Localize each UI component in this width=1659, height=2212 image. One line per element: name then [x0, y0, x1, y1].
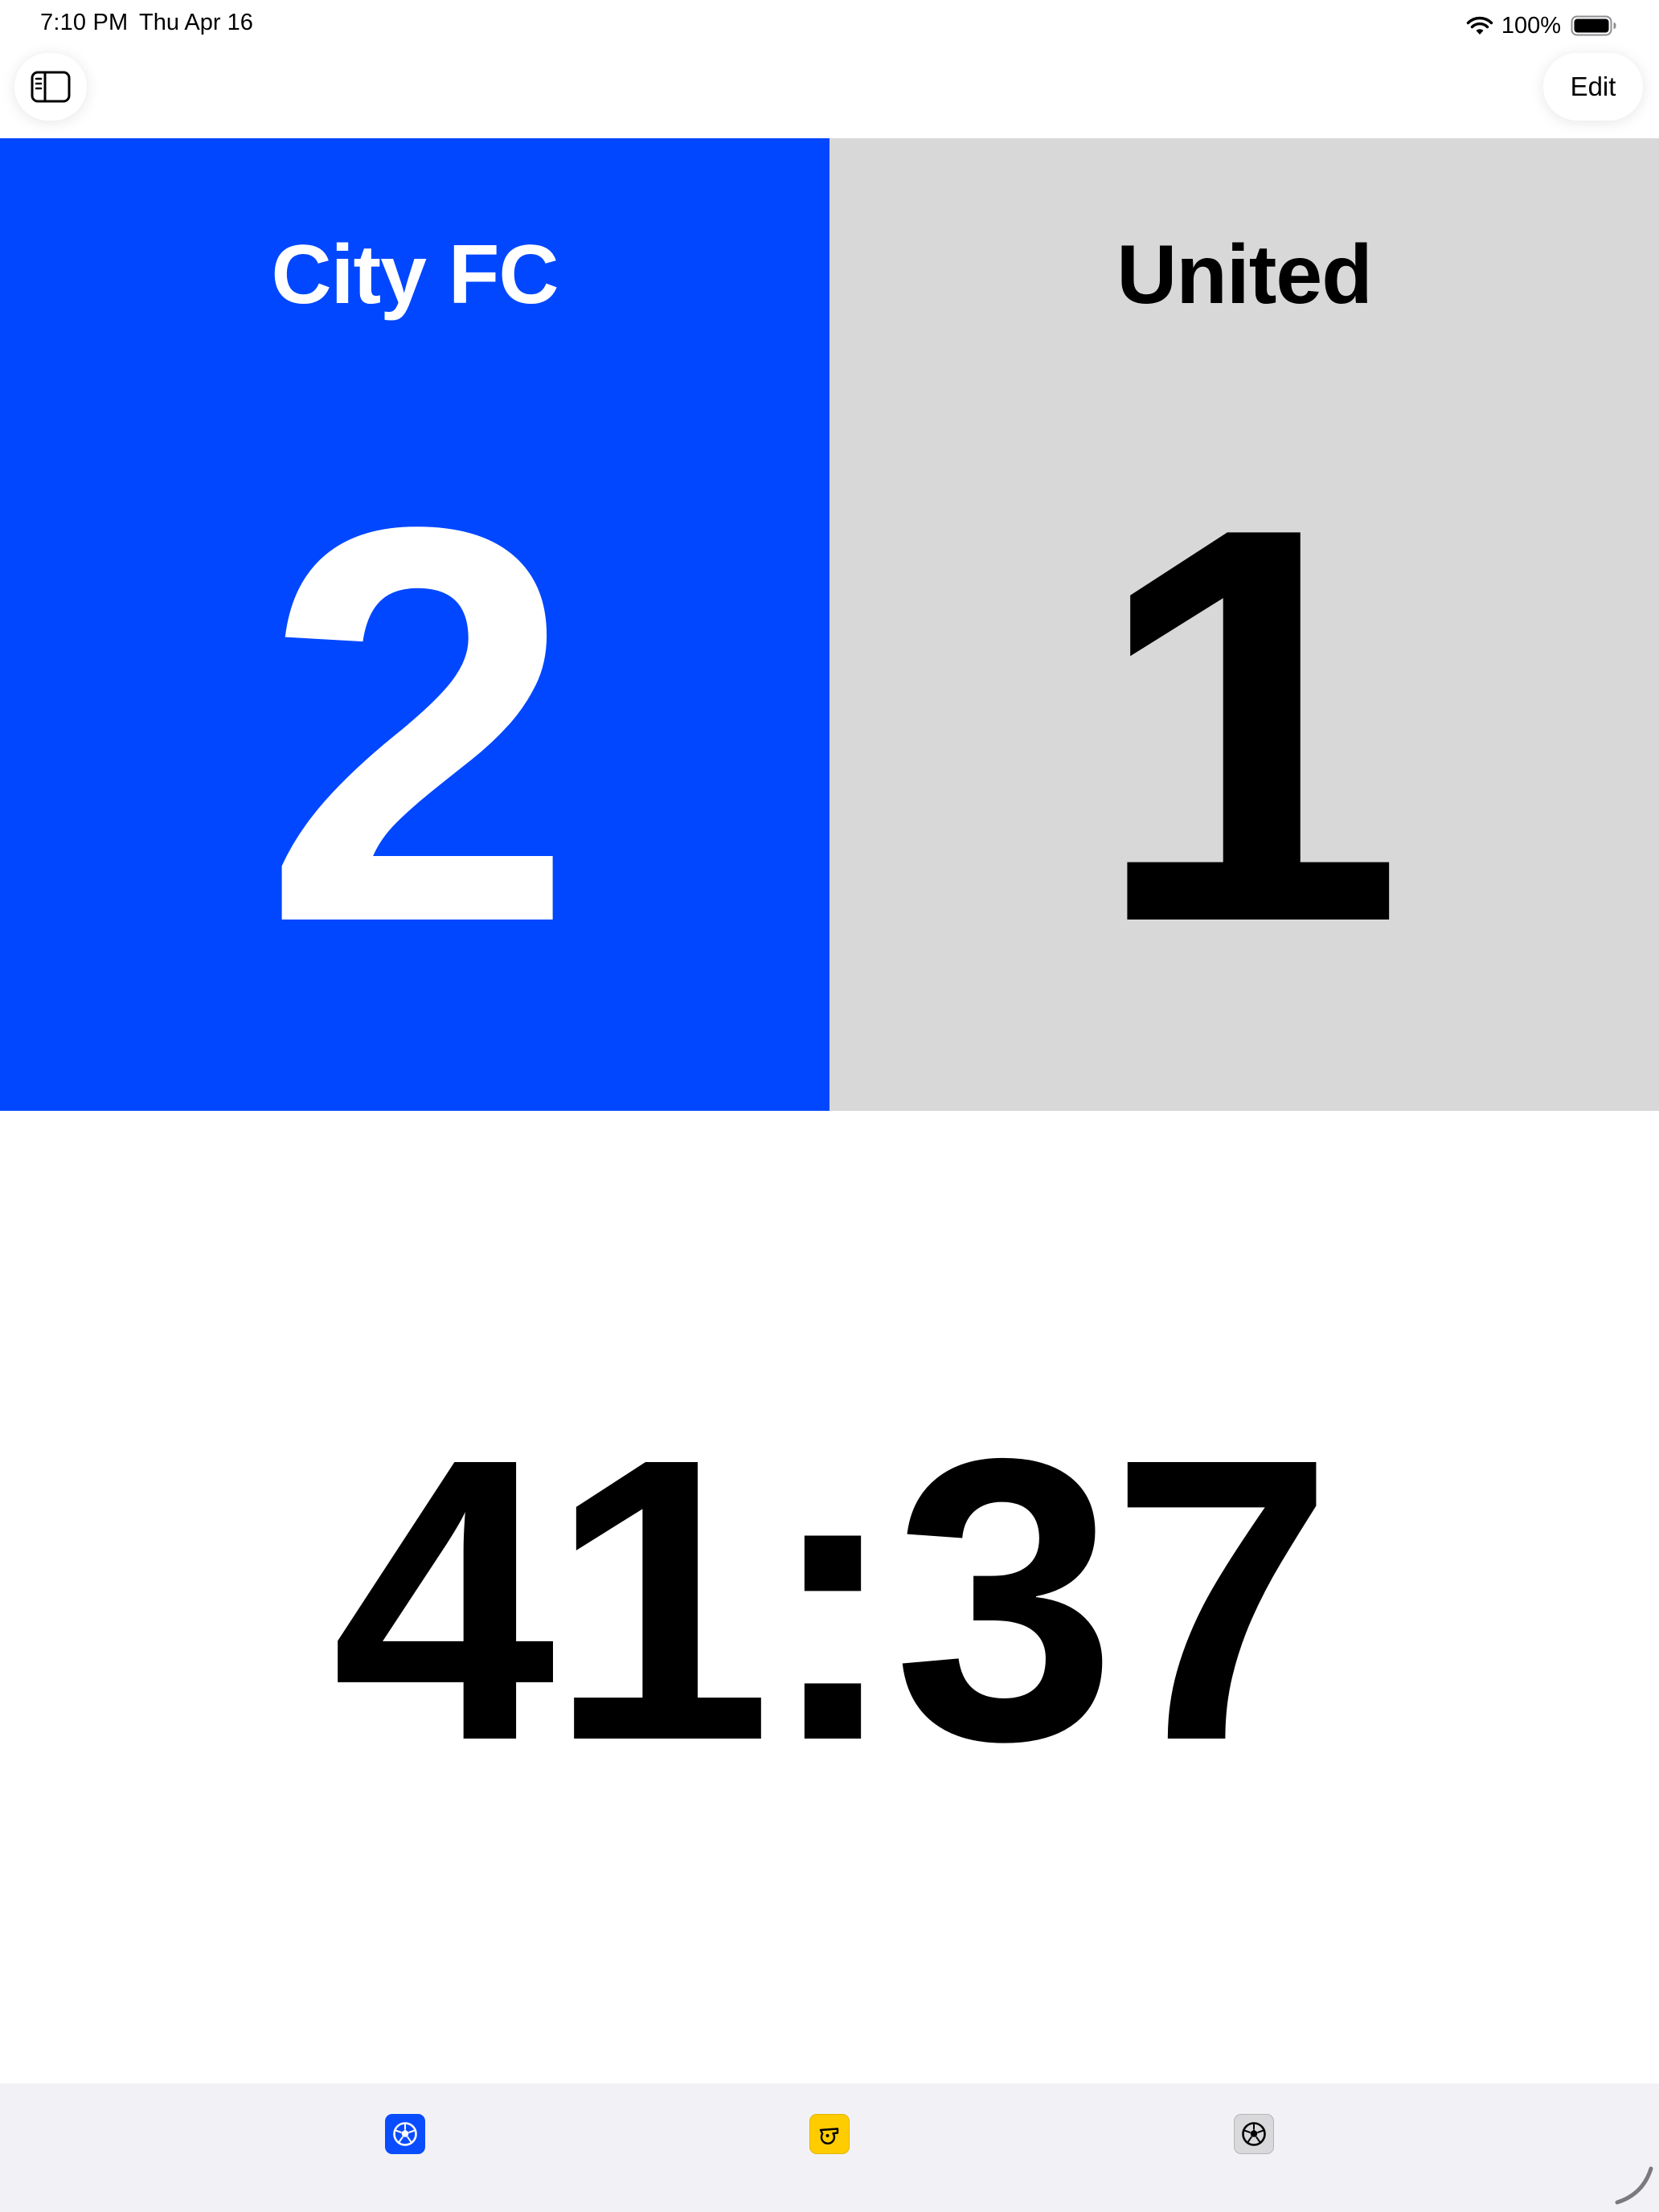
battery-icon	[1571, 15, 1616, 36]
home-team-name: City FC	[271, 228, 559, 322]
status-bar: 7:10 PM Thu Apr 16 100%	[0, 0, 1659, 51]
soccer-ball-icon	[1242, 2122, 1266, 2146]
status-indicators: 100%	[1466, 10, 1617, 42]
status-date: Thu Apr 16	[139, 10, 253, 35]
match-clock[interactable]: 41:37	[0, 1399, 1659, 1800]
tab-referee[interactable]	[809, 2114, 850, 2154]
home-team-panel[interactable]: City FC 2	[0, 138, 830, 1111]
away-team-score: 1	[1092, 411, 1404, 1039]
sidebar-toggle-button[interactable]	[14, 53, 87, 121]
sidebar-toggle-icon	[31, 71, 71, 103]
home-team-score: 2	[262, 411, 575, 1039]
edit-button[interactable]: Edit	[1543, 53, 1643, 121]
tab-match-settings[interactable]	[1234, 2114, 1274, 2154]
battery-percentage: 100%	[1501, 12, 1561, 39]
status-time: 7:10 PM	[40, 10, 129, 35]
soccer-ball-icon	[393, 2122, 417, 2146]
wifi-icon	[1466, 16, 1493, 35]
resize-handle-icon[interactable]	[1611, 2162, 1656, 2207]
whistle-icon	[819, 2128, 839, 2144]
away-team-panel[interactable]: United 1	[830, 138, 1659, 1111]
away-team-name: United	[1116, 228, 1373, 322]
tab-scoreboard[interactable]	[385, 2114, 425, 2154]
